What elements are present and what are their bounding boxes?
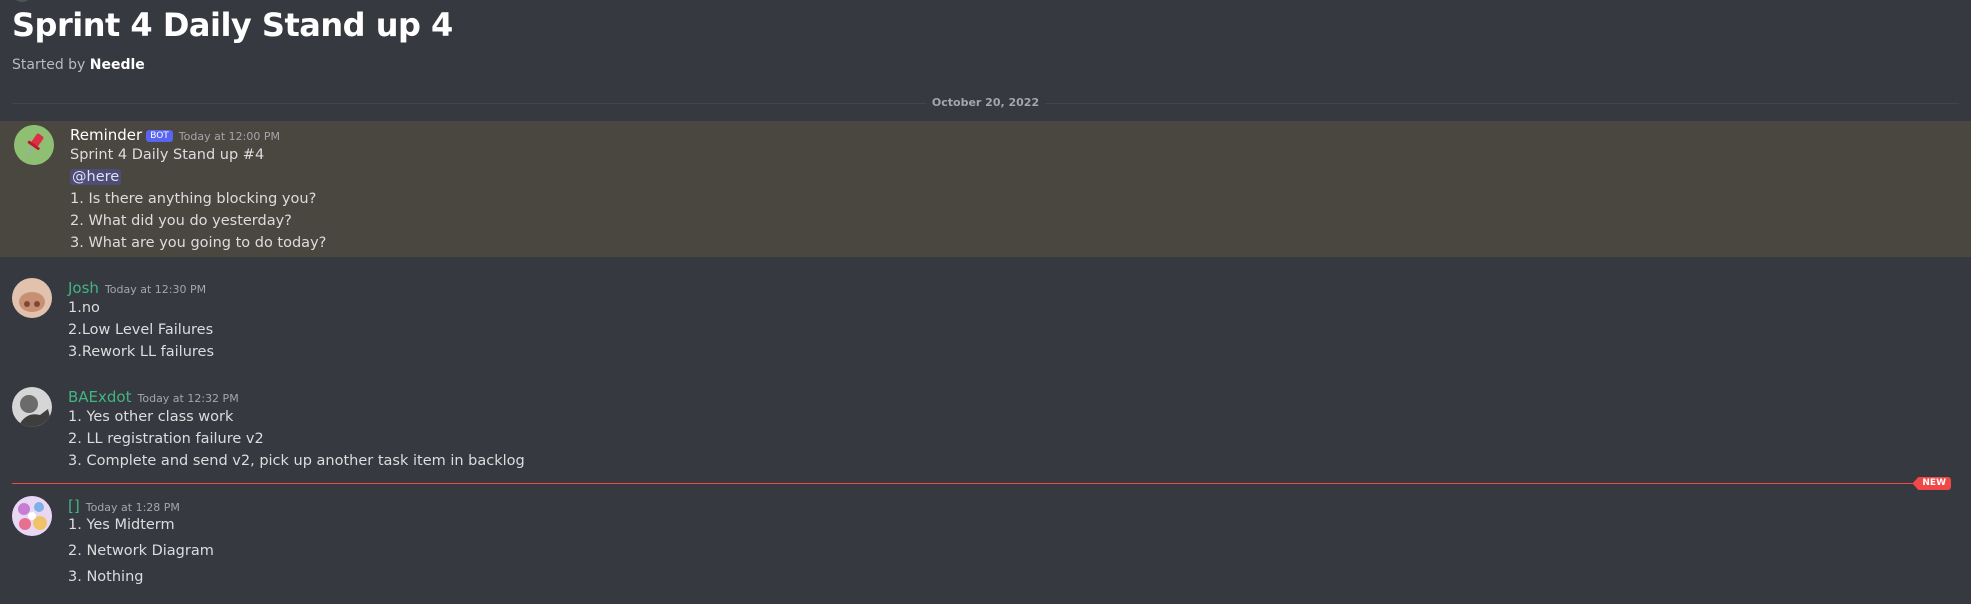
message-line: @here	[70, 169, 122, 185]
message-line: 1. Yes Midterm	[68, 517, 175, 533]
avatar[interactable]	[12, 387, 52, 427]
here-mention[interactable]: @here	[70, 169, 122, 185]
user-avatar-icon	[12, 387, 52, 427]
message-header: Josh Today at 12:30 PM	[68, 278, 206, 297]
message-timestamp: Today at 12:30 PM	[104, 283, 207, 296]
thread-started-by: Started by Needle	[12, 57, 145, 73]
pushpin-icon	[14, 125, 54, 165]
page-title: Sprint 4 Daily Stand up 4	[12, 6, 453, 44]
user-avatar-icon	[12, 278, 52, 318]
message-item[interactable]: BAExdot Today at 12:32 PM 1. Yes other cl…	[0, 384, 1971, 474]
message-timestamp: Today at 12:32 PM	[137, 392, 239, 405]
message-line: 3. Nothing	[68, 569, 144, 585]
message-author[interactable]: Reminder	[70, 126, 142, 144]
message-timestamp: Today at 12:00 PM	[178, 130, 280, 143]
message-item[interactable]: Josh Today at 12:30 PM 1.no 2.Low Level F…	[0, 275, 1971, 365]
message-timestamp: Today at 1:28 PM	[85, 501, 180, 514]
message-line: 1. Is there anything blocking you?	[70, 191, 317, 207]
message-header: [] Today at 1:28 PM	[68, 496, 180, 515]
message-line: 1.no	[68, 300, 100, 316]
message-line: 2. LL registration failure v2	[68, 431, 264, 447]
new-messages-divider	[12, 483, 1945, 484]
message-line: 3. Complete and send v2, pick up another…	[68, 453, 525, 469]
message-line: 3. What are you going to do today?	[70, 235, 327, 251]
message-line: 2. What did you do yesterday?	[70, 213, 292, 229]
date-divider: October 20, 2022	[925, 96, 1046, 109]
thread-icon	[12, 0, 32, 2]
avatar[interactable]	[12, 496, 52, 536]
message-author[interactable]: []	[68, 497, 80, 515]
started-by-user[interactable]: Needle	[90, 57, 145, 73]
message-item[interactable]: Reminder BOT Today at 12:00 PM Sprint 4 Da…	[0, 121, 1971, 257]
avatar[interactable]	[14, 125, 54, 165]
started-by-prefix: Started by	[12, 57, 86, 73]
bot-badge: BOT	[146, 130, 173, 142]
message-line: 3.Rework LL failures	[68, 344, 214, 360]
message-line: 1. Yes other class work	[68, 409, 234, 425]
message-line: Sprint 4 Daily Stand up #4	[70, 147, 265, 163]
user-avatar-icon	[12, 496, 52, 536]
message-line: 2.Low Level Failures	[68, 322, 214, 338]
new-messages-badge: NEW	[1912, 477, 1951, 490]
message-author[interactable]: Josh	[68, 279, 99, 297]
message-header: Reminder BOT Today at 12:00 PM	[70, 125, 280, 144]
avatar[interactable]	[12, 278, 52, 318]
thread-view: Sprint 4 Daily Stand up 4 Started by Nee…	[0, 0, 1971, 604]
message-author[interactable]: BAExdot	[68, 388, 132, 406]
message-header: BAExdot Today at 12:32 PM	[68, 387, 239, 406]
message-line: 2. Network Diagram	[68, 543, 214, 559]
message-item[interactable]: [] Today at 1:28 PM 1. Yes Midterm 2. Net…	[0, 493, 1971, 604]
